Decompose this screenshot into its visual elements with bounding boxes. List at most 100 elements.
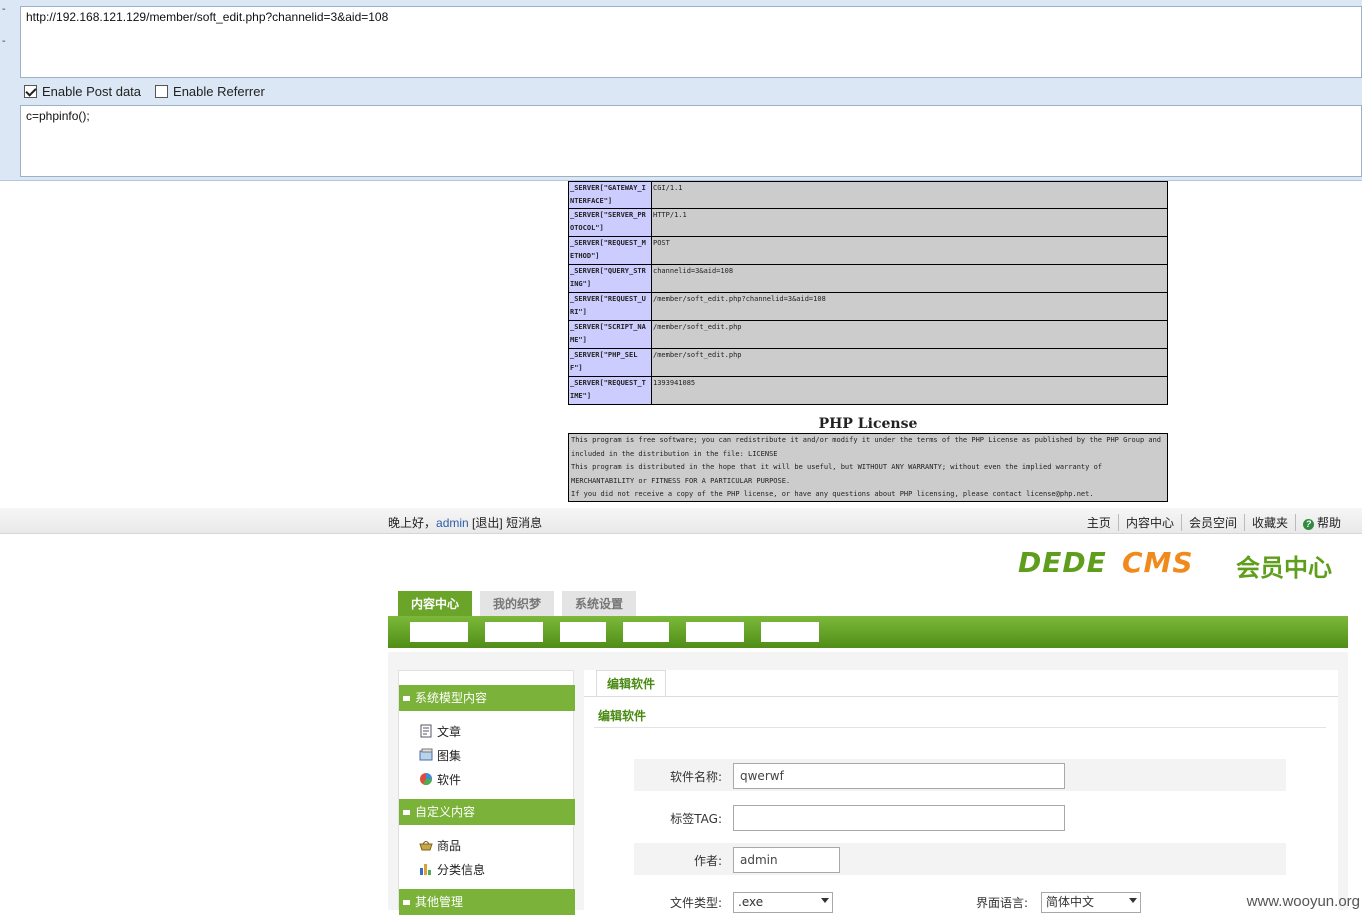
greeting-text: 晚上好， xyxy=(388,516,437,530)
help-link[interactable]: ? 帮助 xyxy=(1294,514,1348,531)
member-space-link[interactable]: 会员空间 xyxy=(1180,514,1244,531)
content-center-link[interactable]: 内容中心 xyxy=(1117,514,1181,531)
section-title: 编辑软件 xyxy=(598,709,647,723)
server-key: _SERVER["PHP_SELF"] xyxy=(568,348,652,377)
messages-link[interactable]: 短消息 xyxy=(506,516,542,530)
server-key: _SERVER["SCRIPT_NAME"] xyxy=(568,320,652,349)
sidebar-item-label: 软件 xyxy=(437,772,462,787)
author-label: 作者: xyxy=(693,854,722,868)
sidebar-section-header[interactable]: 其他管理 xyxy=(399,889,575,915)
dedecms-logo[interactable]: DEDE CMS 会员中心 xyxy=(1018,546,1348,582)
interface-language-value: 简体中文 xyxy=(1046,895,1095,909)
table-row: _SERVER["REQUEST_URI"]/member/soft_edit.… xyxy=(568,292,1168,321)
enable-post-checkbox[interactable] xyxy=(24,84,37,98)
table-row: _SERVER["REQUEST_TIME"] 1393941085 xyxy=(568,376,1168,405)
sidebar-item-goods[interactable]: 商品 xyxy=(419,836,461,854)
sub-nav-item[interactable] xyxy=(560,622,606,642)
sidebar-section-header[interactable]: 系统模型内容 xyxy=(399,685,575,711)
form-row-name: 软件名称: qwerwf xyxy=(634,759,1286,791)
software-name-input[interactable]: qwerwf xyxy=(733,763,1065,789)
sidebar-item-label: 文章 xyxy=(437,724,462,739)
server-value: /member/soft_edit.php xyxy=(651,348,1168,377)
sidebar-item-label: 图集 xyxy=(437,748,462,763)
server-value: /member/soft_edit.php?channelid=3&aid=10… xyxy=(651,292,1168,321)
enable-post-label: Enable Post data xyxy=(42,83,142,99)
form-row-author: 作者: admin xyxy=(634,843,1286,875)
sidebar-item-software[interactable]: 软件 xyxy=(419,770,461,788)
member-top-bar: 晚上好，admin [退出] 短消息 主页 内容中心 会员空间 收藏夹 ? 帮助 xyxy=(0,508,1362,534)
edit-software-panel: 编辑软件 编辑软件 软件名称: qwerwf 标签TAG: 作者: admin … xyxy=(584,670,1338,913)
server-value: channelid=3&aid=108 xyxy=(651,264,1168,293)
help-icon: ? xyxy=(1302,519,1314,530)
sidebar-section-header[interactable]: 自定义内容 xyxy=(399,799,575,825)
main-tabs: 内容中心 我的织梦 系统设置 xyxy=(398,591,644,617)
server-value: 1393941085 xyxy=(651,376,1168,405)
server-value: /member/soft_edit.php xyxy=(651,320,1168,349)
tab-content-center[interactable]: 内容中心 xyxy=(398,591,473,617)
software-icon xyxy=(420,773,432,786)
license-line: This program is distributed in the hope … xyxy=(571,463,1103,485)
tab-my-dedecms[interactable]: 我的织梦 xyxy=(480,591,555,617)
form-row-filetype: 文件类型: .exe 界面语言: 简体中文 xyxy=(634,885,1286,913)
enable-referrer-option[interactable]: Enable Referrer xyxy=(155,84,265,99)
file-type-label: 文件类型: xyxy=(669,896,722,910)
logout-link[interactable]: [退出] xyxy=(472,516,503,530)
sub-nav-item[interactable] xyxy=(410,622,468,642)
tab-system-settings[interactable]: 系统设置 xyxy=(562,591,637,617)
chevron-down-icon xyxy=(1129,898,1137,903)
top-links: 主页 内容中心 会员空间 收藏夹 ? 帮助 xyxy=(1080,514,1348,531)
software-name-label: 软件名称: xyxy=(669,770,722,784)
server-key: _SERVER["GATEWAY_INTERFACE"] xyxy=(568,181,652,209)
server-key: _SERVER["SERVER_PROTOCOL"] xyxy=(568,208,652,237)
section-divider xyxy=(594,727,1326,728)
table-row: _SERVER["QUERY_STRING"] channelid=3&aid=1… xyxy=(568,264,1168,293)
server-key: _SERVER["QUERY_STRING"] xyxy=(568,264,652,293)
hackbar-edge-marks: - - xyxy=(0,0,18,181)
form-row-tag: 标签TAG: xyxy=(634,801,1286,833)
sidebar: 系统模型内容 文章 图集 软件 自定义内容 商品 分类信息 其他管理 xyxy=(398,670,575,915)
sub-nav-bar xyxy=(388,616,1348,648)
basket-icon xyxy=(419,841,433,851)
favorites-link[interactable]: 收藏夹 xyxy=(1243,514,1295,531)
watermark: www.wooyun.org xyxy=(1246,893,1360,910)
server-value: HTTP/1.1 xyxy=(651,208,1168,237)
tag-input[interactable] xyxy=(733,805,1065,831)
sidebar-item-album[interactable]: 图集 xyxy=(419,746,461,764)
license-text: This program is free software; you can r… xyxy=(568,433,1168,502)
edge-mark: - xyxy=(2,4,6,15)
server-key: _SERVER["REQUEST_TIME"] xyxy=(568,376,652,405)
help-label: 帮助 xyxy=(1316,516,1341,530)
post-data-value: c=phpinfo(); xyxy=(26,109,90,123)
sidebar-item-classifieds[interactable]: 分类信息 xyxy=(419,860,485,878)
album-icon xyxy=(419,748,433,761)
sub-nav-item[interactable] xyxy=(485,622,543,642)
sub-nav-item[interactable] xyxy=(623,622,669,642)
logo-member-center-text: 会员中心 xyxy=(1236,554,1332,582)
logo-dede-text: DEDE xyxy=(1018,546,1107,579)
author-input[interactable]: admin xyxy=(733,847,840,873)
username-link[interactable]: admin xyxy=(436,516,469,530)
file-type-value: .exe xyxy=(738,895,764,909)
enable-referrer-checkbox[interactable] xyxy=(155,84,169,98)
tab-edit-software[interactable]: 编辑软件 xyxy=(596,670,667,697)
post-data-textarea[interactable]: c=phpinfo(); xyxy=(20,105,1362,177)
sub-nav-item[interactable] xyxy=(686,622,744,642)
license-heading: PHP License xyxy=(818,416,918,432)
table-row: _SERVER["SERVER_PROTOCOL"] HTTP/1.1 xyxy=(568,208,1168,237)
server-key: _SERVER["REQUEST_METHOD"] xyxy=(568,236,652,265)
table-row: _SERVER["PHP_SELF"]/member/soft_edit.php xyxy=(568,348,1168,377)
table-row: _SERVER["SCRIPT_NAME"]/member/soft_edit.… xyxy=(568,320,1168,349)
home-link[interactable]: 主页 xyxy=(1080,514,1118,531)
server-key: _SERVER["REQUEST_URI"] xyxy=(568,292,652,321)
chart-icon xyxy=(420,864,431,875)
server-variables-table: _SERVER["GATEWAY_INTERFACE"] CGI/1.1 _SER… xyxy=(568,181,1168,405)
logo-cms-text: CMS xyxy=(1122,546,1194,579)
greeting: 晚上好，admin [退出] 短消息 xyxy=(388,514,542,531)
url-textarea[interactable]: http://192.168.121.129/member/soft_edit.… xyxy=(20,6,1362,78)
sidebar-item-article[interactable]: 文章 xyxy=(419,722,461,740)
sub-nav-item[interactable] xyxy=(761,622,819,642)
enable-post-option[interactable]: Enable Post data xyxy=(24,84,141,99)
license-line: If you did not receive a copy of the PHP… xyxy=(571,490,1094,498)
enable-referrer-label: Enable Referrer xyxy=(173,83,265,99)
server-value: POST xyxy=(651,236,1168,265)
